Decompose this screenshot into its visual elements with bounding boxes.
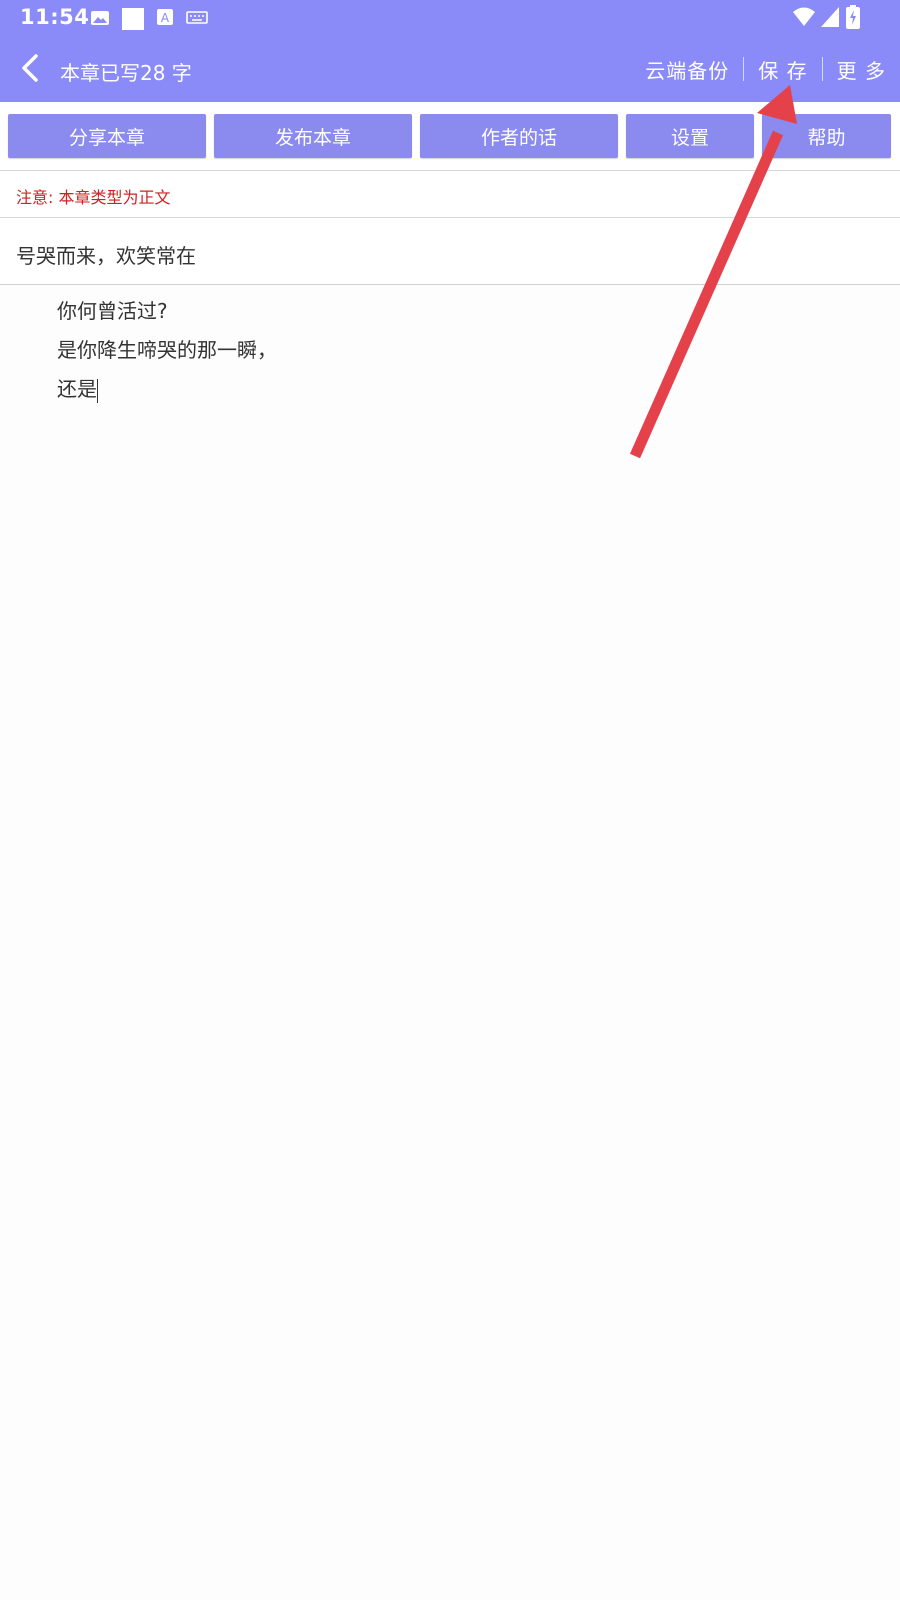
header-actions: 云端备份 保 存 更 多: [631, 54, 900, 84]
title-bar: 本章已写28 字 云端备份 保 存 更 多: [0, 40, 900, 100]
a-notification-icon: A: [157, 9, 173, 25]
publish-chapter-button[interactable]: 发布本章: [214, 114, 412, 158]
back-arrow-icon[interactable]: [14, 50, 46, 86]
settings-button[interactable]: 设置: [626, 114, 754, 158]
save-button[interactable]: 保 存: [744, 55, 821, 84]
notice-text: 注意: 本章类型为正文: [16, 188, 171, 207]
more-button[interactable]: 更 多: [823, 55, 900, 84]
text-cursor: [97, 378, 98, 403]
share-chapter-button[interactable]: 分享本章: [8, 114, 206, 158]
body-line-text: 还是: [57, 377, 97, 401]
chapter-title-field[interactable]: 号哭而来，欢笑常在: [0, 218, 900, 285]
help-button[interactable]: 帮助: [762, 114, 891, 158]
battery-charging-icon: [846, 5, 860, 29]
author-note-button[interactable]: 作者的话: [420, 114, 618, 158]
image-icon: [91, 11, 109, 25]
page-title: 本章已写28 字: [60, 61, 192, 85]
action-toolbar: 分享本章 发布本章 作者的话 设置 帮助: [0, 102, 900, 171]
body-line: 你何曾活过?: [57, 299, 168, 323]
body-line: 是你降生啼哭的那一瞬，: [57, 338, 277, 362]
status-time: 11:54: [20, 5, 90, 29]
cloud-backup-button[interactable]: 云端备份: [631, 55, 743, 84]
square-notification-icon: [122, 8, 144, 30]
wifi-icon: [793, 7, 815, 26]
body-line-last: 还是: [57, 370, 277, 409]
status-bar: 11:54 A: [0, 0, 900, 36]
chapter-title-text: 号哭而来，欢笑常在: [16, 244, 196, 268]
signal-icon: [821, 7, 839, 27]
app-bar: 11:54 A 本章已写28 字 云端备份 保 存 更 多: [0, 0, 900, 102]
svg-text:A: A: [161, 11, 170, 25]
keyboard-icon: [186, 11, 208, 24]
chapter-body-editor[interactable]: 你何曾活过? 是你降生啼哭的那一瞬， 还是: [57, 292, 277, 409]
chapter-type-notice: 注意: 本章类型为正文: [0, 171, 900, 218]
